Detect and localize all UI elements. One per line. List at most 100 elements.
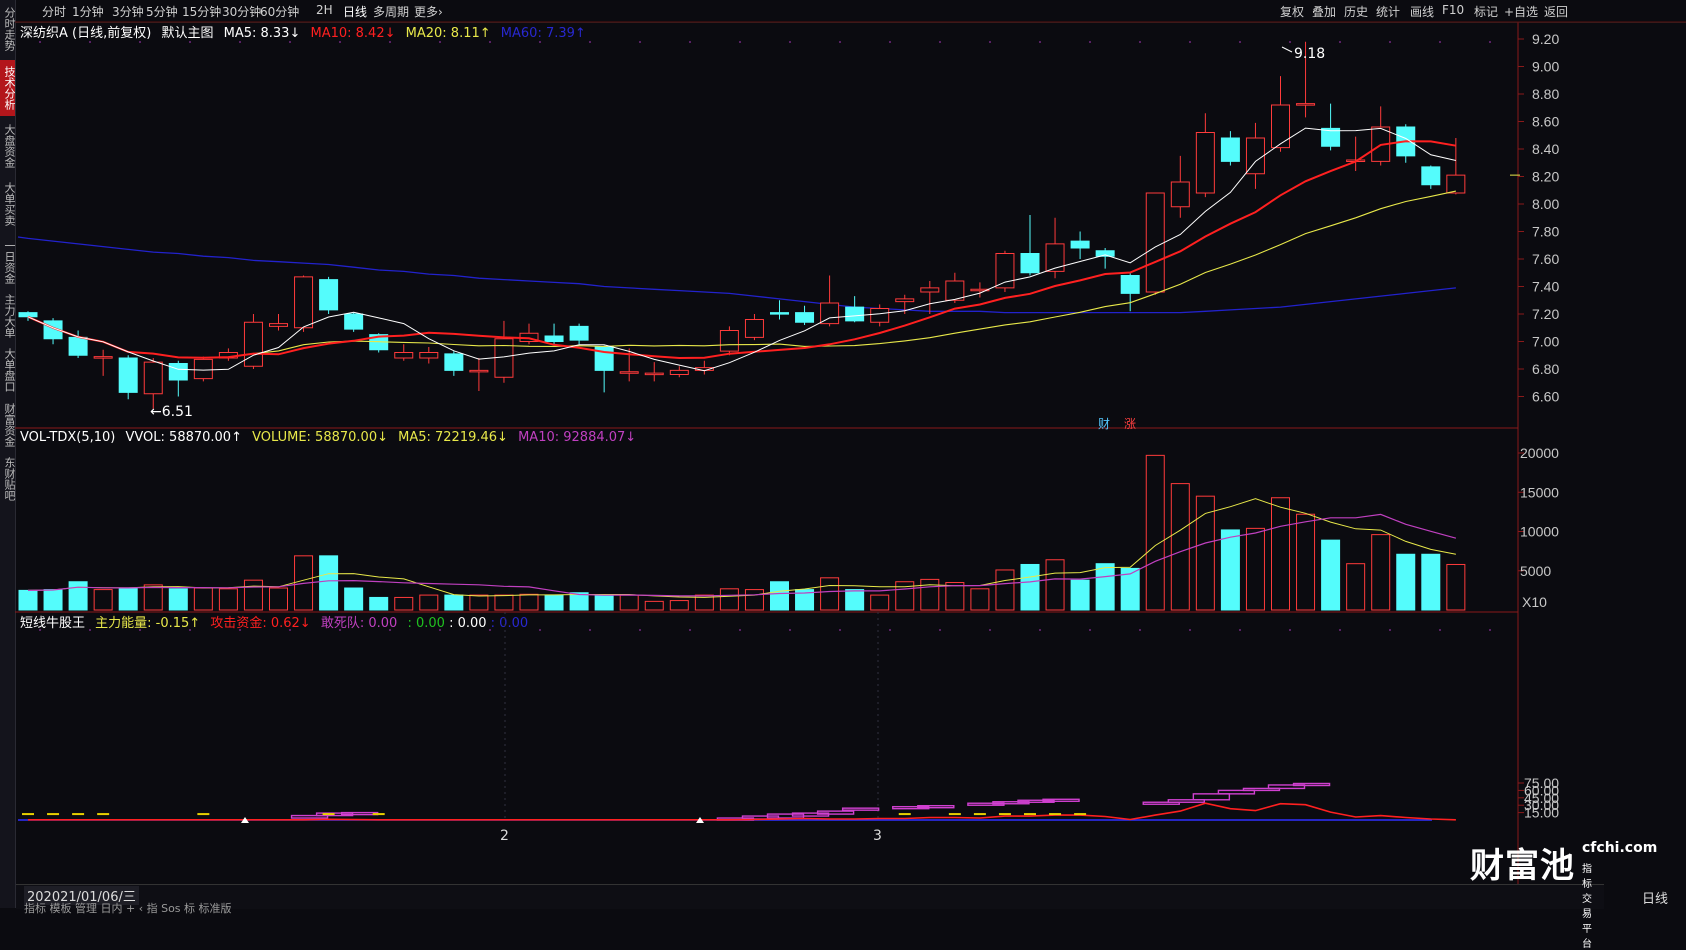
sidebar-item-8[interactable]: 东财贴吧 (0, 454, 16, 504)
grid-dot (1189, 41, 1191, 43)
volume-bar (419, 594, 439, 611)
candle-body (43, 320, 63, 340)
volume-bar (1245, 527, 1265, 611)
period-button[interactable]: 日线 (1642, 888, 1668, 907)
high-pointer (1281, 46, 1293, 53)
sidebar-item-2[interactable]: 大盘资金 (0, 118, 16, 174)
grid-dot (589, 41, 591, 43)
period-tab-7[interactable]: 2H (316, 3, 333, 17)
candle-body (444, 353, 464, 371)
candle-body (694, 367, 714, 371)
ma5-line (27, 127, 1457, 372)
grid-dot (639, 629, 641, 631)
grid-dot (189, 41, 191, 43)
volume-bar (193, 587, 213, 611)
grid-dot (839, 41, 841, 43)
chart-template[interactable]: 默认主图 (161, 26, 213, 41)
period-tab-5[interactable]: 30分钟 (222, 3, 261, 20)
candle-body (719, 330, 739, 352)
volume-bar (970, 588, 990, 611)
period-tab-1[interactable]: 1分钟 (72, 3, 104, 20)
period-tab-2[interactable]: 3分钟 (112, 3, 144, 20)
baseline-marker-1 (696, 817, 704, 823)
ind-step-box (1217, 789, 1256, 795)
candle-body (93, 356, 113, 359)
sidebar-item-5[interactable]: 主力大单 (0, 290, 16, 342)
volume-bar (93, 589, 113, 611)
vol-ma5: MA5: 72219.46↓ (398, 430, 508, 445)
ind-g3: : 0.00 (490, 616, 529, 631)
vol-name[interactable]: VOL-TDX(5,10) (20, 430, 115, 445)
toolbar-button-5[interactable]: F10 (1442, 3, 1464, 17)
vol-unit: X10 (1522, 594, 1547, 610)
sidebar-item-1[interactable]: 技术分析 (0, 60, 16, 116)
toolbar-button-0[interactable]: 复权 (1280, 3, 1304, 20)
ind-tick-label: 45.00 (1524, 790, 1559, 806)
sidebar-item-3[interactable]: 大单买卖 (0, 174, 16, 234)
candle-body (1095, 250, 1115, 257)
ind-step-box (1292, 782, 1331, 787)
volume-bar (1120, 567, 1140, 611)
ind-step-box (992, 801, 1030, 805)
candle-body (243, 321, 263, 367)
candle-body (1070, 240, 1090, 249)
period-tab-8[interactable]: 日线 (343, 3, 367, 20)
candle-body (644, 372, 664, 376)
toolbar-button-6[interactable]: 标记 (1474, 3, 1498, 20)
grid-dot (1139, 41, 1141, 43)
toolbar-button-2[interactable]: 历史 (1344, 3, 1368, 20)
toolbar-button-1[interactable]: 叠加 (1312, 3, 1336, 20)
period-tab-10[interactable]: 更多› (414, 3, 443, 20)
volume-bar (1421, 553, 1441, 611)
sidebar-item-0[interactable]: 分时走势 (0, 2, 16, 56)
toolbar-button-8[interactable]: 返回 (1544, 3, 1568, 20)
sidebar-item-4[interactable]: 一日资金 (0, 236, 16, 288)
toolbar-button-4[interactable]: 画线 (1410, 3, 1434, 20)
period-tab-0[interactable]: 分时 (42, 3, 66, 20)
ind-name[interactable]: 短线牛股王 (20, 616, 85, 631)
price-tick-label: 8.00 (1532, 196, 1559, 212)
volume-bar (1396, 553, 1416, 611)
grid-dot (1339, 41, 1341, 43)
event-tag-1: 财 (1098, 417, 1110, 431)
ind-step-box (1192, 793, 1231, 801)
stock-chart[interactable]: 9.20 9.00 8.80 8.60 8.40 8.20 8.00 7.80 7.60 7.40… (0, 0, 1686, 908)
toolbar-button-7[interactable]: +自选 (1504, 3, 1538, 20)
grid-dot (689, 41, 691, 43)
sidebar-item-6[interactable]: 大单盘口 (0, 344, 16, 396)
grid-dot (89, 41, 91, 43)
candle-body (269, 323, 288, 327)
volume-bar (719, 588, 739, 611)
volume-bar (1095, 563, 1115, 611)
period-tab-9[interactable]: 多周期 (373, 3, 409, 20)
volume-bar (469, 594, 489, 611)
candle-body (1346, 159, 1366, 162)
candle-body (494, 338, 514, 378)
toolbar-button-3[interactable]: 统计 (1376, 3, 1400, 20)
grid-dot (1339, 629, 1341, 631)
ind-step-box (841, 807, 880, 811)
candle-body (1120, 275, 1140, 294)
bottom-tabs[interactable]: 指标 模板 管理 日内 + ‹ 指 Sos 标 标准版 (24, 900, 232, 916)
legend-ma5: MA5: 8.33↓ (223, 26, 301, 41)
volume-bar (1296, 513, 1316, 611)
grid-dot (1489, 629, 1491, 631)
price-tick-label: 7.40 (1532, 279, 1559, 295)
ind-step-box (1242, 787, 1281, 792)
candle-body (1421, 166, 1441, 186)
period-tab-6[interactable]: 60分钟 (260, 3, 299, 20)
volume-bar (269, 587, 288, 611)
candle-body (519, 332, 539, 342)
volume-bar (68, 581, 88, 611)
grid-dot (439, 41, 441, 43)
period-tab-3[interactable]: 5分钟 (146, 3, 178, 20)
grid-dot (839, 629, 841, 631)
period-tab-4[interactable]: 15分钟 (182, 3, 221, 20)
stock-name[interactable]: 深纺织A (日线,前复权) (20, 26, 151, 41)
price-tick-label: 8.60 (1532, 114, 1559, 130)
sidebar-item-7[interactable]: 财富资金 (0, 398, 16, 452)
ind-step-box (741, 815, 780, 820)
volume-bar (1220, 529, 1240, 611)
candle-body (845, 306, 865, 322)
price-tick-label: 7.00 (1532, 334, 1559, 350)
